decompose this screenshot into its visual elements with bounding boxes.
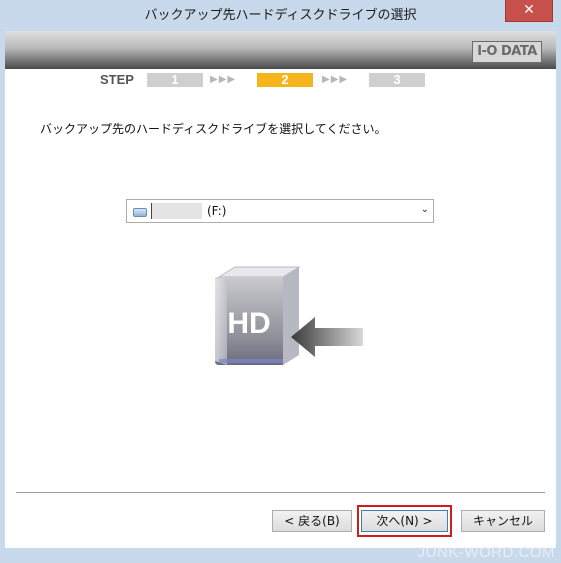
dialog-content: I-O DATA STEP 1 ▶▶▶ 2 ▶▶▶ 3 バックアップ先のハードデ… xyxy=(5,31,556,548)
back-button[interactable]: < 戻る(B) xyxy=(272,510,352,532)
step-3: 3 xyxy=(369,73,425,87)
step-arrows-icon: ▶▶▶ xyxy=(210,74,237,85)
cancel-button[interactable]: キャンセル xyxy=(461,510,545,532)
step-arrows-icon: ▶▶▶ xyxy=(322,74,349,85)
footer-separator xyxy=(16,492,545,493)
usb-drive-icon xyxy=(133,208,147,217)
watermark-text: JUNK-WORD.COM xyxy=(417,544,555,561)
drive-name-redacted xyxy=(151,203,202,219)
window-title: バックアップ先ハードディスクドライブの選択 xyxy=(144,8,417,23)
title-bar[interactable]: バックアップ先ハードディスクドライブの選択 ✕ xyxy=(0,0,561,31)
header-banner: I-O DATA xyxy=(5,31,556,69)
close-icon: ✕ xyxy=(523,2,535,18)
step-indicator: STEP 1 ▶▶▶ 2 ▶▶▶ 3 xyxy=(5,71,556,89)
drive-letter: (F:) xyxy=(207,204,227,218)
io-data-logo: I-O DATA xyxy=(472,41,542,63)
chevron-down-icon: ⌄ xyxy=(420,204,429,215)
close-button[interactable]: ✕ xyxy=(505,0,553,22)
dialog-window: バックアップ先ハードディスクドライブの選択 ✕ I-O DATA STEP 1 … xyxy=(0,0,561,563)
instruction-text: バックアップ先のハードディスクドライブを選択してください。 xyxy=(40,122,387,136)
step-label: STEP xyxy=(100,72,134,87)
step-2-active: 2 xyxy=(257,73,313,87)
drive-select-dropdown[interactable]: (F:) ⌄ xyxy=(126,199,434,223)
hd-label: HD xyxy=(227,307,270,340)
next-button[interactable]: 次へ(N) > xyxy=(361,510,448,532)
step-1: 1 xyxy=(147,73,203,87)
hard-drive-icon: HD xyxy=(205,265,365,375)
